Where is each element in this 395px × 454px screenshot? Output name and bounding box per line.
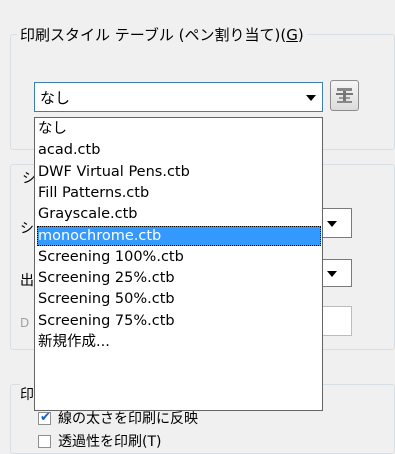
dropdown-option[interactable]: 新規作成...: [37, 332, 321, 352]
dropdown-option[interactable]: Fill Patterns.ctb: [37, 183, 321, 203]
lineweight-checkbox[interactable]: ✔: [38, 410, 51, 425]
edit-plot-style-button[interactable]: [330, 80, 359, 111]
dropdown-option-selected[interactable]: monochrome.ctb: [37, 225, 321, 246]
dropdown-option[interactable]: Screening 50%.ctb: [37, 289, 321, 309]
dropdown-option[interactable]: Screening 100%.ctb: [37, 247, 321, 267]
shade-plot-label-fragment: シ: [20, 221, 34, 237]
transparency-label: 透過性を印刷(T): [58, 434, 162, 450]
dropdown-option[interactable]: Screening 75%.ctb: [37, 311, 321, 331]
transparency-checkbox[interactable]: [38, 435, 51, 448]
dropdown-option[interactable]: Screening 25%.ctb: [37, 268, 321, 288]
plot-style-combo[interactable]: なし: [34, 82, 323, 112]
dropdown-option[interactable]: なし: [37, 119, 321, 139]
dpi-label-fragment: D: [20, 316, 30, 330]
chevron-down-icon[interactable]: [327, 271, 337, 277]
plot-options-label-fragment: 印: [20, 384, 34, 404]
plot-style-combo-value: なし: [40, 89, 71, 107]
edit-table-icon: [336, 88, 353, 103]
mnemonic-g: G: [286, 26, 298, 44]
dropdown-option[interactable]: Grayscale.ctb: [37, 204, 321, 224]
plot-style-dropdown-list[interactable]: なし acad.ctb DWF Virtual Pens.ctb Fill Pa…: [34, 117, 323, 411]
dropdown-option[interactable]: acad.ctb: [37, 140, 321, 160]
quality-label-fragment: 出: [20, 273, 34, 289]
lineweight-label: 線の太さを印刷に反映: [58, 411, 198, 427]
chevron-down-icon[interactable]: [327, 221, 337, 227]
checkmark-icon: ✔: [40, 410, 51, 425]
dropdown-option[interactable]: DWF Virtual Pens.ctb: [37, 162, 321, 182]
plot-style-table-title: 印刷スタイル テーブル (ペン割り当て)(G): [17, 24, 307, 45]
chevron-down-icon[interactable]: [306, 95, 316, 101]
